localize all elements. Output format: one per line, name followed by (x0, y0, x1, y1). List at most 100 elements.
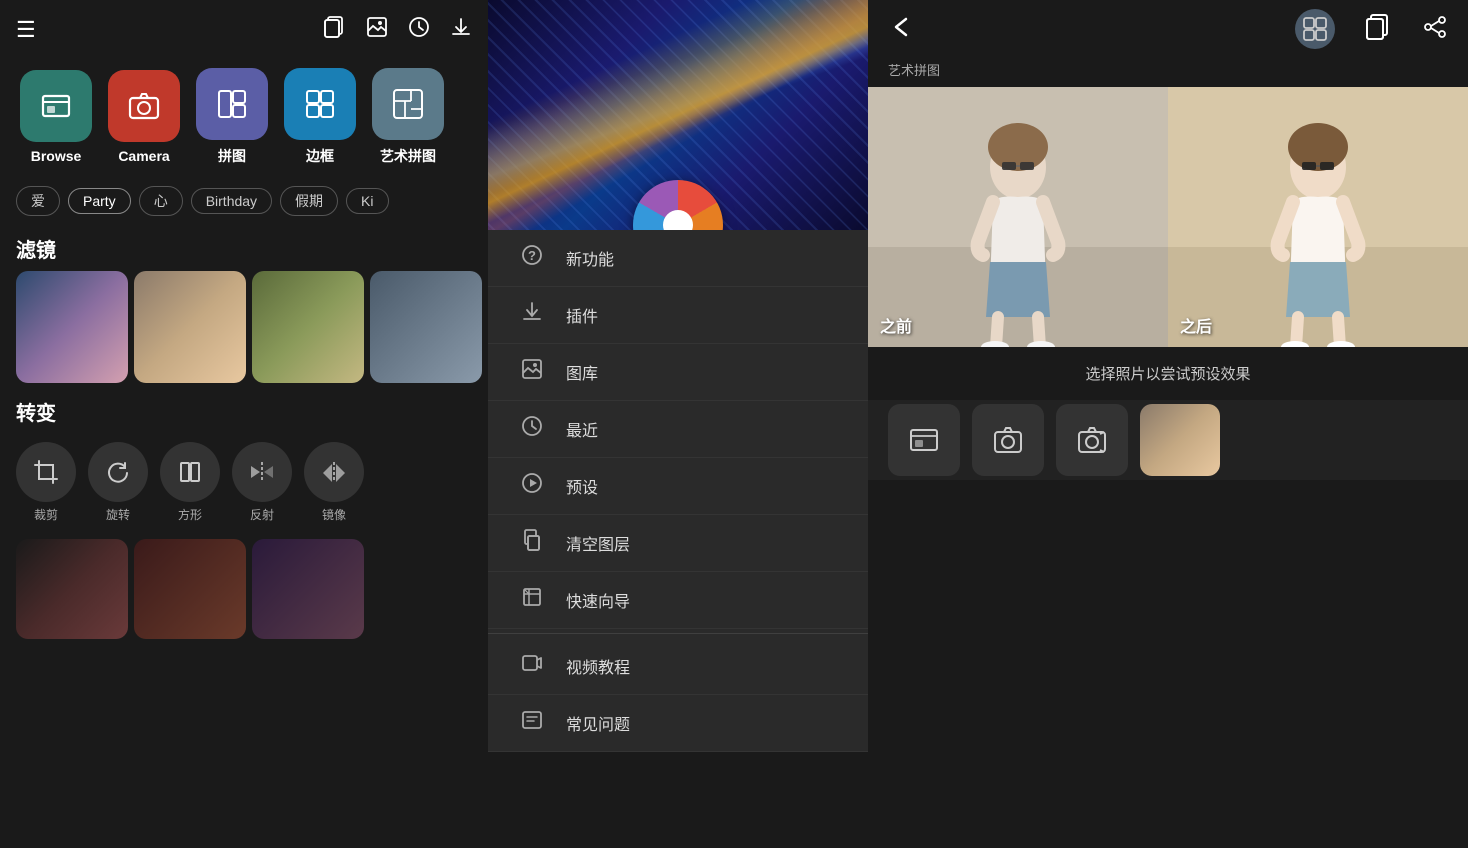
history-icon[interactable] (408, 16, 430, 44)
transform-crop[interactable]: 裁剪 (16, 442, 76, 523)
tool-camera[interactable]: Camera (104, 70, 184, 164)
pinjian-icon (196, 68, 268, 140)
presets-icon (518, 472, 546, 500)
clear-layers-label: 清空图层 (566, 531, 630, 555)
menu-item-video-tutorial[interactable]: 视频教程 (488, 638, 868, 695)
tag-love[interactable]: 爱 (16, 186, 60, 216)
quick-guide-label: 快速向导 (566, 588, 630, 612)
middle-panel: ? 新功能 插件 图库 (488, 0, 868, 848)
recent-icon (518, 415, 546, 443)
rotate-icon (88, 442, 148, 502)
reflect-label: 反射 (250, 506, 274, 523)
tag-row: 爱 Party 心 Birthday 假期 Ki (0, 182, 488, 220)
right-top-bar (868, 0, 1468, 60)
transform-rotate[interactable]: 旋转 (88, 442, 148, 523)
menu-item-plugins[interactable]: 插件 (488, 287, 868, 344)
art-collage-label: 艺术拼图 (888, 60, 940, 79)
filter-thumb-4[interactable] (370, 271, 482, 383)
faq-icon (518, 709, 546, 737)
comparison-after: 之后 (1168, 87, 1468, 347)
menu-item-new-features[interactable]: ? 新功能 (488, 230, 868, 287)
faq-label: 常见问题 (566, 711, 630, 735)
menu-divider (488, 633, 868, 634)
bottom-thumb-3[interactable] (252, 539, 364, 639)
new-features-icon: ? (518, 244, 546, 272)
menu-item-quick-guide[interactable]: 快速向导 (488, 572, 868, 629)
square-label: 方形 (178, 506, 202, 523)
bottom-photos-row (0, 539, 488, 639)
bottom-thumbnail[interactable] (1140, 404, 1220, 476)
new-features-label: 新功能 (566, 246, 614, 270)
plugins-label: 插件 (566, 303, 598, 327)
bottom-thumb-2[interactable] (134, 539, 246, 639)
photo-background (488, 0, 868, 230)
left-panel: ☰ (0, 0, 488, 848)
mirror-label: 镜像 (322, 506, 346, 523)
art-collage-icon-top[interactable] (1294, 8, 1336, 53)
menu-item-clear-layers[interactable]: 清空图层 (488, 515, 868, 572)
transform-square[interactable]: 方形 (160, 442, 220, 523)
camera-label: Camera (118, 148, 169, 164)
tool-browse[interactable]: Browse (16, 70, 96, 164)
biankuang-label: 边框 (306, 146, 334, 166)
hamburger-icon[interactable]: ☰ (16, 17, 36, 43)
tag-heart[interactable]: 心 (139, 186, 183, 216)
art-collage-row: 艺术拼图 (868, 60, 1468, 87)
camera-icon (108, 70, 180, 142)
browse-label: Browse (31, 148, 82, 164)
filter-section-title: 滤镜 (0, 220, 488, 271)
comparison-area: 之前 (868, 87, 1468, 347)
tool-artpinjian[interactable]: 艺术拼图 (368, 68, 448, 166)
bottom-settings-btn[interactable] (1056, 404, 1128, 476)
menu-item-gallery[interactable]: 图库 (488, 344, 868, 401)
mirror-icon (304, 442, 364, 502)
menu-item-recent[interactable]: 最近 (488, 401, 868, 458)
crop-icon (16, 442, 76, 502)
tool-biankuang[interactable]: 边框 (280, 68, 360, 166)
filter-thumb-3[interactable] (252, 271, 364, 383)
bottom-browse-btn[interactable] (888, 404, 960, 476)
transform-row: 裁剪 旋转 方形 (0, 434, 488, 531)
filter-thumb-2[interactable] (134, 271, 246, 383)
menu-item-faq[interactable]: 常见问题 (488, 695, 868, 752)
tool-buttons-row: Browse Camera 拼图 (0, 60, 488, 182)
video-tutorial-icon (518, 652, 546, 680)
tool-pinjian[interactable]: 拼图 (192, 68, 272, 166)
duplicate-button[interactable] (1366, 14, 1392, 46)
right-tools-icons (1294, 8, 1336, 53)
share-button[interactable] (1422, 14, 1448, 46)
transform-section-title: 转变 (0, 383, 488, 434)
after-label: 之后 (1180, 313, 1212, 337)
biankuang-icon (284, 68, 356, 140)
svg-text:?: ? (528, 248, 536, 263)
recent-label: 最近 (566, 417, 598, 441)
presets-label: 预设 (566, 474, 598, 498)
copy-window-icon[interactable] (324, 16, 346, 44)
tag-birthday[interactable]: Birthday (191, 188, 272, 214)
tag-ki[interactable]: Ki (346, 188, 388, 214)
transform-mirror[interactable]: 镜像 (304, 442, 364, 523)
before-label: 之前 (880, 313, 912, 337)
menu-item-presets[interactable]: 预设 (488, 458, 868, 515)
gallery-menu-icon (518, 358, 546, 386)
reflect-icon (232, 442, 292, 502)
gallery-icon[interactable] (366, 16, 388, 44)
bottom-toolbar (868, 400, 1468, 480)
transform-reflect[interactable]: 反射 (232, 442, 292, 523)
filter-thumb-1[interactable] (16, 271, 128, 383)
square-icon (160, 442, 220, 502)
artpinjian-icon (372, 68, 444, 140)
download-icon[interactable] (450, 16, 472, 44)
artpinjian-label: 艺术拼图 (380, 146, 436, 166)
tag-holiday[interactable]: 假期 (280, 186, 338, 216)
right-panel: 艺术拼图 (868, 0, 1468, 848)
back-button[interactable] (888, 13, 916, 48)
filter-images-row (0, 271, 488, 383)
quick-guide-icon (518, 586, 546, 614)
plugins-icon (518, 301, 546, 329)
gallery-label: 图库 (566, 360, 598, 384)
tag-party[interactable]: Party (68, 188, 131, 214)
bottom-thumb-1[interactable] (16, 539, 128, 639)
comparison-before: 之前 (868, 87, 1168, 347)
bottom-camera-btn[interactable] (972, 404, 1044, 476)
